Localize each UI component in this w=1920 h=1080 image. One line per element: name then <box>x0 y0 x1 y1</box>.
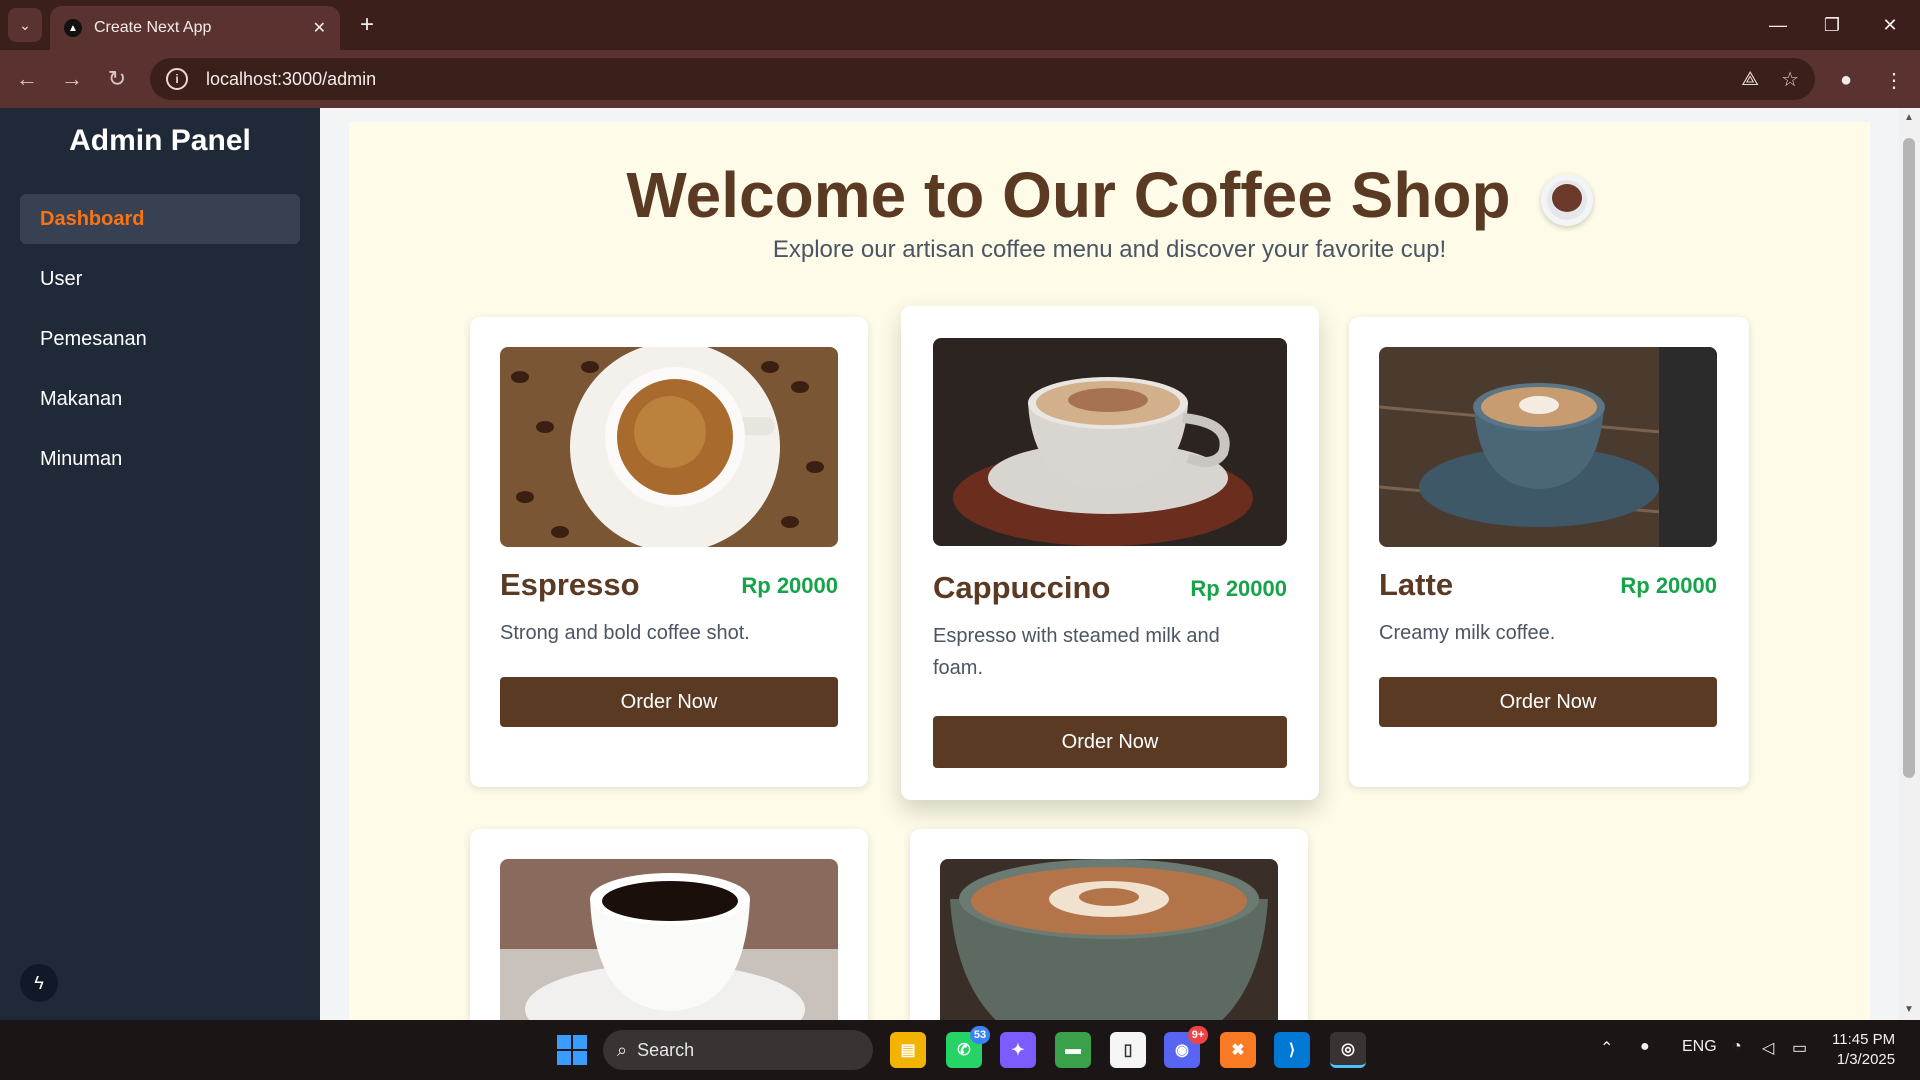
chrome-icon[interactable]: ◎ <box>1330 1032 1366 1068</box>
clock-time: 11:45 PM <box>1832 1031 1896 1048</box>
sidebar-item-pemesanan[interactable]: Pemesanan <box>20 314 300 364</box>
wifi-icon[interactable]: ◔ <box>1732 1038 1742 1056</box>
page-viewport: Admin Panel Dashboard User Pemesanan Mak… <box>0 108 1920 1020</box>
bookmark-star-icon[interactable]: ☆ <box>1781 67 1799 92</box>
product-description: Strong and bold coffee shot. <box>500 622 750 644</box>
file-explorer-icon[interactable]: ▤ <box>890 1032 926 1068</box>
product-name: Espresso <box>500 567 640 602</box>
battery-icon[interactable]: ▭ <box>1792 1038 1807 1058</box>
black-coffee-image <box>500 859 838 1020</box>
browser-tab-bar: ⌄ ▲ Create Next App ✕ + — ❐ ✕ <box>0 0 1920 50</box>
clock-date: 1/3/2025 <box>1836 1051 1896 1068</box>
volume-icon[interactable]: ◁ <box>1762 1038 1774 1058</box>
main-content: Welcome to Our Coffee Shop Explore our a… <box>349 122 1870 1020</box>
product-card <box>470 829 868 1020</box>
sidebar-item-minuman[interactable]: Minuman <box>20 434 300 484</box>
order-now-button[interactable]: Order Now <box>1379 677 1717 727</box>
browser-toolbar: ← → ↻ i localhost:3000/admin ⟁ ☆ ● ⋮ <box>0 50 1920 108</box>
latte-image <box>1379 347 1717 547</box>
windows-start-icon[interactable] <box>557 1035 587 1065</box>
admin-sidebar: Admin Panel Dashboard User Pemesanan Mak… <box>0 108 320 1020</box>
espresso-image <box>500 347 838 547</box>
product-card-latte: Latte Rp 20000 Creamy milk coffee. Order… <box>1349 317 1749 787</box>
scroll-down-arrow-icon[interactable]: ▼ <box>1898 1004 1920 1015</box>
product-name: Latte <box>1379 567 1454 602</box>
copilot-icon[interactable]: ✦ <box>1000 1032 1036 1068</box>
windows-taskbar: ⌕ Search ▤ ✆ 53 ✦ ▬ ▯ ◉ 9+ ✖ ⟩ ◎ ⌃ ● ENG… <box>0 1020 1920 1080</box>
close-window-icon[interactable]: ✕ <box>1870 8 1910 42</box>
product-price: Rp 20000 <box>741 573 838 598</box>
nextjs-favicon-icon: ▲ <box>64 19 82 37</box>
browser-tab[interactable]: ▲ Create Next App ✕ <box>50 6 340 50</box>
minimize-icon[interactable]: — <box>1758 8 1798 42</box>
sidebar-title: Admin Panel <box>69 124 251 157</box>
close-tab-icon[interactable]: ✕ <box>313 18 326 38</box>
sidebar-item-dashboard[interactable]: Dashboard <box>20 194 300 244</box>
vscode-icon[interactable]: ⟩ <box>1274 1032 1310 1068</box>
notepad-icon[interactable]: ▯ <box>1110 1032 1146 1068</box>
nextjs-devtools-bolt-icon[interactable]: ϟ <box>20 964 58 1002</box>
page-title-text: Welcome to Our Coffee Shop <box>626 159 1511 231</box>
scrollbar-thumb[interactable] <box>1903 138 1915 778</box>
page-scrollbar[interactable]: ▲ ▼ <box>1898 108 1920 1020</box>
cappuccino-image <box>933 338 1287 546</box>
restore-icon[interactable]: ❐ <box>1812 8 1852 42</box>
notepad-plus-icon[interactable]: ▬ <box>1055 1032 1091 1068</box>
product-card <box>910 829 1308 1020</box>
discord-badge: 9+ <box>1188 1026 1208 1044</box>
tab-search-button[interactable]: ⌄ <box>8 8 42 42</box>
product-card-espresso: Espresso Rp 20000 Strong and bold coffee… <box>470 317 868 787</box>
forward-icon[interactable]: → <box>55 62 89 96</box>
reload-icon[interactable]: ↻ <box>100 62 134 96</box>
order-now-button[interactable]: Order Now <box>500 677 838 727</box>
page-subtitle: Explore our artisan coffee menu and disc… <box>772 236 1447 263</box>
url-text[interactable]: localhost:3000/admin <box>206 69 1719 90</box>
discord-icon[interactable]: ◉ 9+ <box>1164 1026 1208 1068</box>
profile-icon[interactable]: ● <box>1830 64 1862 96</box>
tab-title: Create Next App <box>94 19 212 36</box>
menu-kebab-icon[interactable]: ⋮ <box>1878 64 1910 96</box>
order-now-button[interactable]: Order Now <box>933 716 1287 768</box>
search-icon: ⌕ <box>617 1039 628 1060</box>
xampp-icon[interactable]: ✖ <box>1220 1032 1256 1068</box>
taskbar-search[interactable]: ⌕ Search <box>603 1030 873 1070</box>
scroll-up-arrow-icon[interactable]: ▲ <box>1898 112 1920 123</box>
coffee-cup-icon <box>1540 174 1593 227</box>
whatsapp-badge: 53 <box>970 1026 990 1044</box>
page-title: Welcome to Our Coffee Shop <box>349 158 1870 232</box>
product-description: Espresso with steamed milk and foam. <box>933 625 1220 679</box>
sidebar-item-user[interactable]: User <box>20 254 300 304</box>
translate-icon[interactable]: ⟁ <box>1741 68 1759 91</box>
latte-art-image <box>940 859 1278 1020</box>
product-card-cappuccino: Cappuccino Rp 20000 Espresso with steame… <box>901 306 1319 800</box>
taskbar-search-label: Search <box>637 1039 695 1060</box>
product-description: Creamy milk coffee. <box>1379 622 1556 644</box>
address-bar[interactable]: i localhost:3000/admin ⟁ ☆ <box>150 58 1815 100</box>
product-name: Cappuccino <box>933 570 1111 605</box>
language-indicator[interactable]: ENG <box>1682 1038 1717 1056</box>
microphone-icon[interactable]: ● <box>1640 1038 1650 1056</box>
product-price: Rp 20000 <box>1620 573 1717 598</box>
product-price: Rp 20000 <box>1190 576 1287 601</box>
site-info-icon[interactable]: i <box>166 68 188 90</box>
new-tab-button[interactable]: + <box>352 10 382 40</box>
back-icon[interactable]: ← <box>10 62 44 96</box>
tray-chevron-up-icon[interactable]: ⌃ <box>1600 1038 1613 1058</box>
sidebar-item-makanan[interactable]: Makanan <box>20 374 300 424</box>
taskbar-clock[interactable]: 11:45 PM 1/3/2025 <box>1832 1030 1895 1070</box>
whatsapp-icon[interactable]: ✆ 53 <box>946 1026 990 1068</box>
